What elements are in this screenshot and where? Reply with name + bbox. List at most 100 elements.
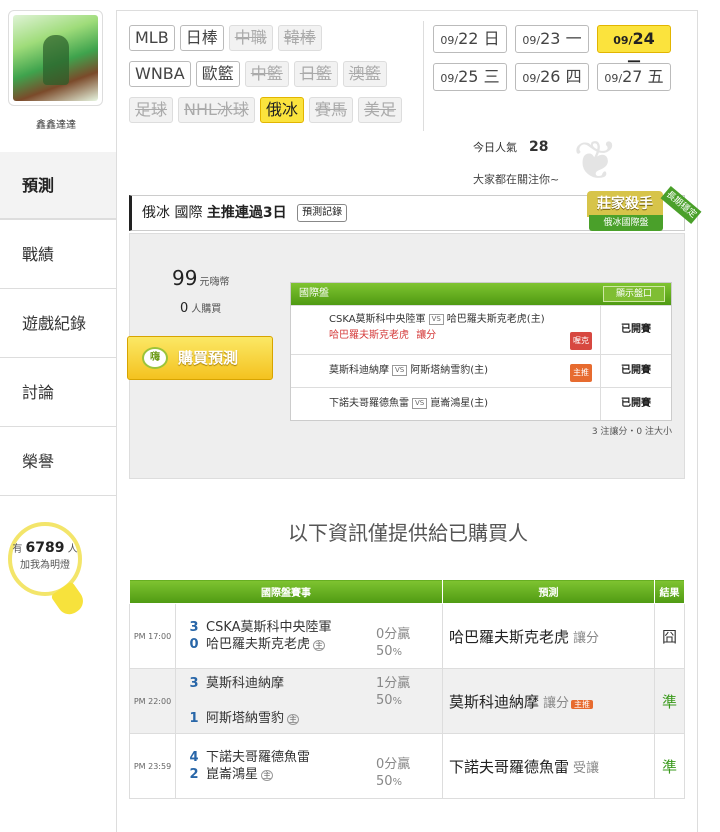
match-time: PM 22:00	[129, 668, 176, 734]
buyers: 0 人購買	[180, 300, 221, 316]
date-weekday: 五	[647, 67, 664, 86]
date-tab[interactable]: 09/24 二	[597, 25, 671, 76]
sport-tab[interactable]: 中籃	[244, 61, 289, 87]
date-day: 23	[540, 29, 561, 48]
results-table: 國際盤賽事 預測 結果 PM 17:00 3 CSKA莫斯科中央陸軍 0 哈巴羅夫斯克老…	[129, 579, 685, 799]
nav-item-record[interactable]: 戰績	[0, 220, 116, 289]
sport-tab[interactable]: 美足	[357, 97, 402, 123]
away-team: 莫斯科迪納摩	[206, 675, 285, 691]
intl-match: 下諾夫哥羅德魚雷 VS 崑崙鴻星(主)	[291, 388, 601, 420]
date-day: 22	[458, 29, 479, 48]
sport-tab[interactable]: 賽馬	[308, 97, 353, 123]
pred-type: 讓分	[573, 630, 600, 646]
intl-match: 莫斯科迪納摩 VS 阿斯塔納雪豹(主) 主推	[291, 355, 601, 387]
home-team: 阿斯塔納雪豹	[206, 710, 285, 726]
buy-label: 購買預測	[178, 349, 239, 367]
buy-prediction-button[interactable]: 嗨 購買預測	[127, 336, 273, 380]
match-info: 3 莫斯科迪納摩 1 阿斯塔納雪豹主 1分贏 50%	[175, 668, 443, 734]
sport-tab[interactable]: 俄冰	[259, 97, 304, 123]
price-value: 99	[172, 266, 198, 290]
odds: 0分贏 50%	[376, 626, 410, 661]
pick-type: 讓分	[416, 330, 437, 341]
odds-line: 1分贏	[376, 676, 411, 691]
sport-tab[interactable]: 澳籃	[342, 61, 387, 87]
odds-pct: 50	[376, 774, 393, 789]
date-weekday: 三	[483, 67, 500, 86]
popularity-value: 28	[529, 139, 549, 155]
sport-tab[interactable]: 韓棒	[277, 25, 322, 51]
match-status: 已開賽	[621, 324, 651, 335]
date-weekday: 日	[483, 29, 500, 48]
league-name: 俄冰 國際	[142, 205, 203, 221]
header-match: 國際盤賽事	[129, 579, 443, 604]
sport-tab[interactable]: 足球	[129, 97, 174, 123]
date-month: 09/	[440, 34, 459, 47]
sport-filter: MLB 日棒 中職 韓棒 WNBA 歐籃 中籃 日籃 澳籃 足球 NHL冰球 俄冰 賽馬 美足	[129, 25, 419, 133]
date-day: 25	[458, 67, 479, 86]
nav-item-game-log[interactable]: 遊戲紀錄	[0, 289, 116, 358]
intl-box-title: 國際盤	[299, 288, 329, 299]
date-tab[interactable]: 09/22 日	[433, 25, 507, 53]
match-info: 3 CSKA莫斯科中央陸軍 0 哈巴羅夫斯克老虎主 0分贏 50%	[175, 603, 443, 669]
odds: 0分贏 50%	[376, 756, 410, 791]
date-month: 09/	[522, 34, 541, 47]
sport-tab[interactable]: NHL冰球	[178, 97, 255, 123]
featured-tag: 主推	[571, 699, 594, 709]
odds-pct: 50	[376, 693, 393, 708]
date-month: 09/	[604, 72, 623, 85]
home-score: 2	[189, 766, 199, 782]
header-result: 結果	[654, 579, 685, 604]
result: 準	[654, 733, 685, 799]
home-team: 阿斯塔納雪豹(主)	[410, 365, 489, 376]
away-team: 莫斯科迪納摩	[329, 365, 389, 376]
table-row: PM 17:00 3 CSKA莫斯科中央陸軍 0 哈巴羅夫斯克老虎主 0分贏 50% 哈巴羅夫…	[129, 603, 685, 669]
home-score: 0	[189, 636, 199, 652]
prediction: 下諾夫哥羅德魚雷 受讓	[442, 733, 655, 799]
sport-tab[interactable]: WNBA	[129, 61, 191, 87]
odds-line: 0分贏	[376, 757, 411, 772]
date-tab[interactable]: 09/26 四	[515, 63, 589, 91]
badge-title: 莊家殺手	[587, 191, 663, 217]
butterfly-decoration-icon: ❦	[573, 129, 619, 192]
intl-row: 下諾夫哥羅德魚雷 VS 崑崙鴻星(主) 已開賽	[291, 387, 671, 420]
sport-tab[interactable]: MLB	[129, 25, 175, 51]
match-info: 4 下諾夫哥羅德魚雷 2 崑崙鴻星主 0分贏 50%	[175, 733, 443, 799]
nav-item-honor[interactable]: 榮譽	[0, 427, 116, 496]
fan-text: 加我為明燈	[20, 560, 70, 571]
avatar[interactable]	[8, 10, 103, 106]
purchase-panel: 99 元嗨幣 0 人購買 嗨 購買預測 國際盤 顯示盤口 CSKA莫斯科中央陸軍 VS…	[127, 233, 685, 479]
nav-item-discussion[interactable]: 討論	[0, 358, 116, 427]
sport-tab[interactable]: 日棒	[179, 25, 224, 51]
date-tab[interactable]: 09/23 一	[515, 25, 589, 53]
away-team: CSKA莫斯科中央陸軍	[206, 619, 332, 635]
date-row-2: 09/25 三 09/26 四 09/27 五	[433, 63, 693, 91]
nav-item-predict[interactable]: 預測	[0, 152, 116, 220]
popularity-label: 今日人氣	[473, 141, 517, 154]
date-tab[interactable]: 09/27 五	[597, 63, 671, 91]
sport-tab[interactable]: 歐籃	[195, 61, 240, 87]
odds-pct-unit: %	[392, 696, 403, 707]
popularity: 今日人氣 28	[473, 139, 548, 155]
fan-prefix: 有	[12, 544, 23, 555]
prediction-record-button[interactable]: 預測記錄	[297, 204, 348, 222]
avatar-image	[13, 15, 98, 101]
show-odds-button[interactable]: 顯示盤口	[603, 286, 665, 302]
username: 鑫鑫達達	[36, 120, 76, 131]
date-weekday: 一	[565, 29, 582, 48]
sport-tab[interactable]: 中職	[228, 25, 273, 51]
intl-odds-box: 國際盤 顯示盤口 CSKA莫斯科中央陸軍 VS 哈巴羅夫斯克老虎(主) 哈巴羅夫斯克…	[290, 282, 672, 421]
prediction: 莫斯科迪納摩 讓分 主推	[442, 668, 655, 734]
vs-icon: VS	[392, 364, 408, 376]
odds-pct-unit: %	[392, 647, 403, 658]
match-time: PM 23:59	[129, 733, 176, 799]
pred-type: 受讓	[573, 760, 600, 776]
vs-icon: VS	[428, 313, 444, 325]
date-day: 24	[632, 29, 655, 48]
pred-team: 下諾夫哥羅德魚雷	[449, 757, 570, 776]
price: 99 元嗨幣	[172, 266, 229, 290]
price-unit: 元嗨幣	[199, 277, 230, 288]
date-tab[interactable]: 09/25 三	[433, 63, 507, 91]
prediction: 哈巴羅夫斯克老虎 讓分	[442, 603, 655, 669]
buyers-unit: 人購買	[191, 304, 222, 315]
sport-tab[interactable]: 日籃	[293, 61, 338, 87]
